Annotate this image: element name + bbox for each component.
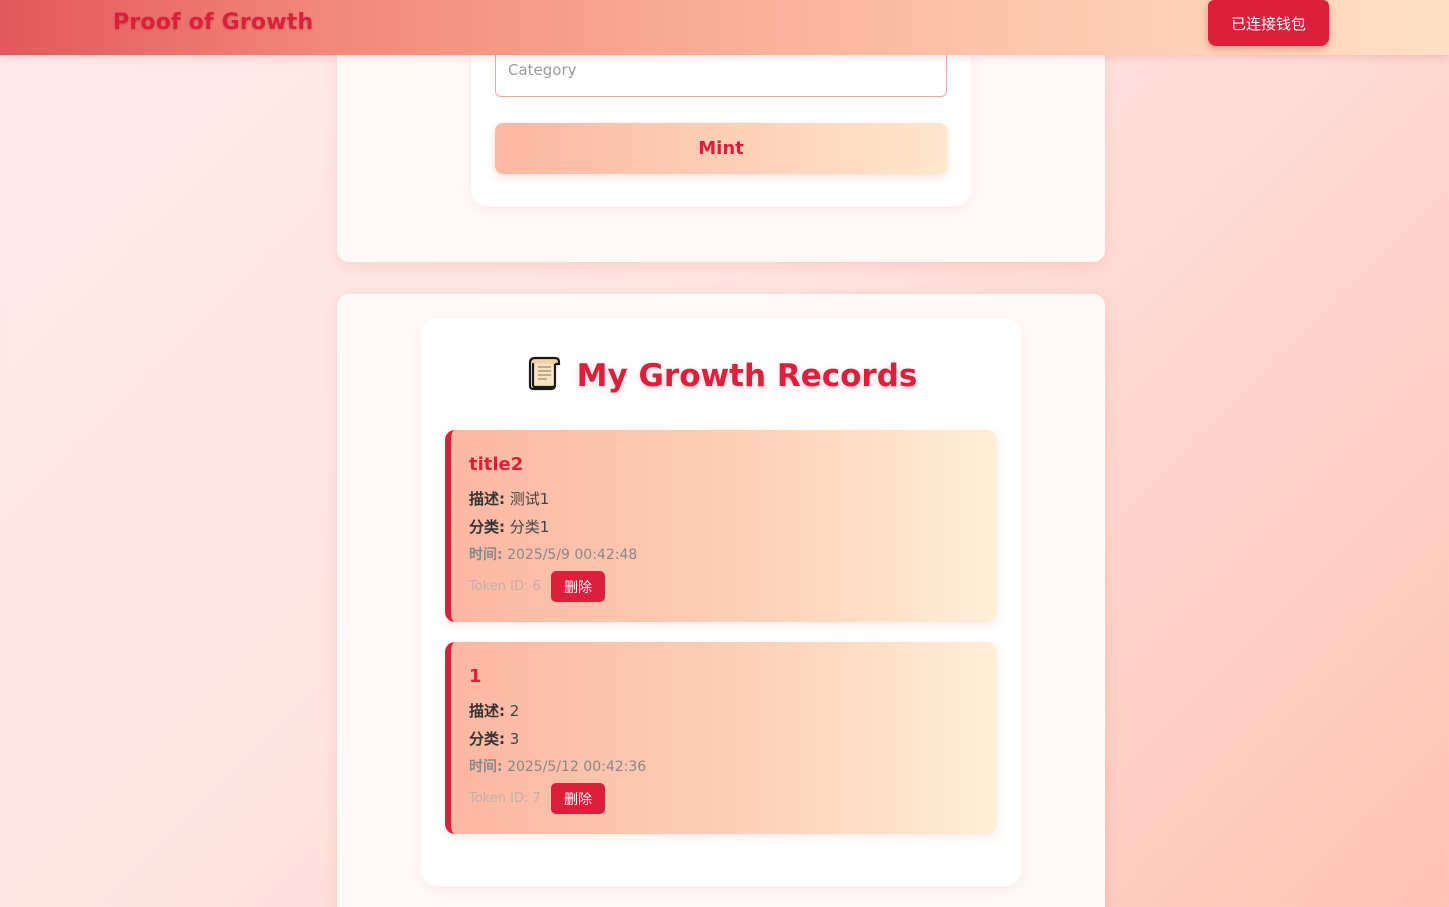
wallet-connected-button[interactable]: 已连接钱包: [1208, 0, 1329, 46]
token-id: Token ID: 6: [469, 579, 541, 594]
record-description: 描述: 2: [469, 700, 519, 721]
brand-logo[interactable]: Proof of Growth: [113, 10, 313, 35]
mint-button[interactable]: Mint: [495, 123, 947, 174]
description-label: 描述:: [469, 702, 505, 720]
record-time: 时间: 2025/5/12 00:42:36: [469, 756, 646, 776]
time-label: 时间:: [469, 759, 503, 775]
records-card: My Growth Records title2 描述: 测试1 分类: 分类1…: [421, 318, 1021, 886]
record-category: 分类: 分类1: [469, 516, 549, 537]
description-label: 描述:: [469, 490, 505, 508]
category-value: 3: [509, 730, 520, 748]
records-panel: My Growth Records title2 描述: 测试1 分类: 分类1…: [337, 294, 1105, 907]
time-label: 时间:: [469, 547, 503, 563]
category-label: 分类:: [469, 730, 505, 748]
record-description: 描述: 测试1: [469, 488, 549, 509]
category-label: 分类:: [469, 518, 505, 536]
record-title: 1: [469, 666, 482, 687]
description-value: 2: [509, 702, 520, 720]
time-value: 2025/5/12 00:42:36: [507, 759, 647, 775]
scroll-icon: [528, 356, 560, 391]
category-value: 分类1: [509, 518, 550, 536]
delete-button[interactable]: 删除: [551, 783, 605, 814]
record-title: title2: [469, 454, 524, 475]
top-navbar: Proof of Growth 已连接钱包: [0, 0, 1449, 55]
record-card: title2 描述: 测试1 分类: 分类1 时间: 2025/5/9 00:4…: [445, 430, 997, 622]
time-value: 2025/5/9 00:42:48: [507, 547, 638, 563]
record-time: 时间: 2025/5/9 00:42:48: [469, 544, 637, 564]
description-value: 测试1: [509, 490, 550, 508]
record-card: 1 描述: 2 分类: 3 时间: 2025/5/12 00:42:36 Tok…: [445, 642, 997, 834]
records-title: My Growth Records: [576, 358, 918, 394]
record-category: 分类: 3: [469, 728, 519, 749]
records-heading: My Growth Records: [421, 354, 1021, 394]
token-id: Token ID: 7: [469, 791, 541, 806]
delete-button[interactable]: 删除: [551, 571, 605, 602]
